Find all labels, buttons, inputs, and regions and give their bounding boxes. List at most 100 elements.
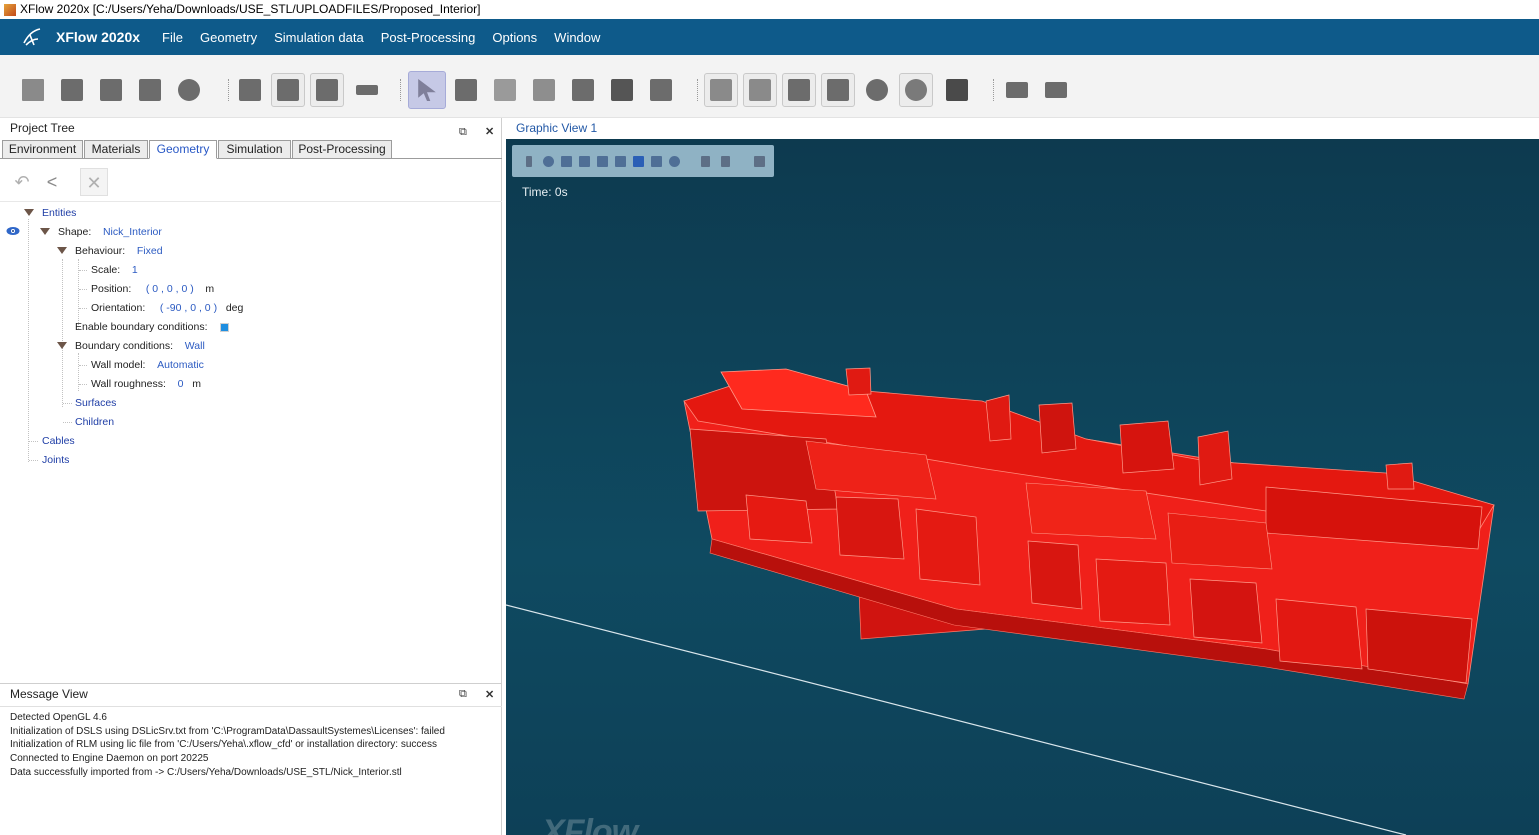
- box-shape-button[interactable]: [310, 73, 344, 107]
- float-pane-icon[interactable]: ⧉: [459, 688, 467, 701]
- message-view-title: Message View: [10, 687, 88, 701]
- shape-name-value[interactable]: Nick_Interior: [103, 226, 162, 238]
- behaviour-value[interactable]: Fixed: [137, 245, 163, 257]
- tree-node-shape[interactable]: Shape: Nick_Interior: [58, 223, 162, 241]
- boolean-union-button[interactable]: [704, 73, 738, 107]
- select-solid-icon: [611, 79, 633, 101]
- tab-post-processing[interactable]: Post-Processing: [292, 140, 392, 159]
- toolbar-separator: [228, 79, 230, 101]
- tree-guide: [29, 460, 38, 461]
- plot-icon: [1045, 82, 1067, 98]
- boolean-subtract-button[interactable]: [743, 73, 777, 107]
- tree-guide: [79, 384, 87, 385]
- select-edge-button[interactable]: [527, 73, 561, 107]
- save-as-button[interactable]: [133, 73, 167, 107]
- wall-roughness-unit: m: [192, 378, 201, 390]
- zoom-box-button[interactable]: [821, 73, 855, 107]
- expand-behaviour-icon[interactable]: [57, 247, 67, 254]
- tree-toolbar: ↶ < ✕: [0, 162, 502, 202]
- import-geometry-icon: [239, 79, 261, 101]
- open-button[interactable]: [55, 73, 89, 107]
- select-vertex-button[interactable]: [566, 73, 600, 107]
- scale-value[interactable]: 1: [132, 264, 138, 276]
- export-geometry-button[interactable]: [271, 73, 305, 107]
- select-face-button[interactable]: [488, 73, 522, 107]
- select-solid-button[interactable]: [605, 73, 639, 107]
- tab-geometry[interactable]: Geometry: [149, 140, 217, 159]
- boolean-union-icon: [710, 79, 732, 101]
- measure-button[interactable]: [782, 73, 816, 107]
- tree-node-behaviour[interactable]: Behaviour: Fixed: [75, 242, 163, 260]
- save-button[interactable]: [94, 73, 128, 107]
- new-xfp-button[interactable]: [16, 73, 50, 107]
- expand-entities-icon[interactable]: [24, 209, 34, 216]
- expand-boundary-conditions-icon[interactable]: [57, 342, 67, 349]
- tree-guide: [28, 219, 29, 462]
- tree-guide: [79, 289, 87, 290]
- tab-simulation[interactable]: Simulation: [218, 140, 291, 159]
- tree-node-entities[interactable]: Entities: [42, 204, 76, 222]
- snapshot-button[interactable]: [1000, 73, 1034, 107]
- plot-button[interactable]: [1039, 73, 1073, 107]
- import-geometry-button[interactable]: [233, 73, 267, 107]
- probe-active-icon: [905, 79, 927, 101]
- bc-value[interactable]: Wall: [185, 340, 205, 352]
- select-arrow-button[interactable]: [408, 71, 446, 109]
- delete-icon[interactable]: ✕: [80, 168, 108, 196]
- select-wire-button[interactable]: [644, 73, 678, 107]
- probe-active-button[interactable]: [899, 73, 933, 107]
- tree-node-surfaces[interactable]: Surfaces: [75, 394, 116, 412]
- graphic-view-tab[interactable]: Graphic View 1: [506, 118, 1539, 139]
- wall-model-value[interactable]: Automatic: [157, 359, 204, 371]
- zoom-box-icon: [827, 79, 849, 101]
- menu-bar: XFlow 2020x File Geometry Simulation dat…: [0, 19, 1539, 55]
- visibility-eye-icon[interactable]: [6, 226, 20, 236]
- tree-node-boundary-conditions[interactable]: Boundary conditions: Wall: [75, 337, 205, 355]
- snapshot-icon: [1006, 82, 1028, 98]
- tree-node-cables[interactable]: Cables: [42, 432, 75, 450]
- enable-bc-checkbox[interactable]: [220, 323, 229, 332]
- tab-environment[interactable]: Environment: [2, 140, 83, 159]
- tree-guide: [79, 308, 87, 309]
- animation-button[interactable]: [940, 73, 974, 107]
- tree-node-position: Position: ( 0 , 0 , 0 ) m: [91, 283, 215, 295]
- close-pane-icon[interactable]: ✕: [485, 688, 494, 701]
- probe-button[interactable]: [860, 73, 894, 107]
- probe-icon: [866, 79, 888, 101]
- menu-geometry[interactable]: Geometry: [200, 30, 257, 45]
- orientation-value[interactable]: ( -90 , 0 , 0 ): [160, 302, 217, 314]
- ruler-button[interactable]: [350, 73, 384, 107]
- new-xfp-icon: [22, 79, 44, 101]
- menu-window[interactable]: Window: [554, 30, 600, 45]
- tree-guide: [79, 270, 87, 271]
- project-tree-tabs: Environment Materials Geometry Simulatio…: [0, 139, 502, 159]
- interior-model[interactable]: [683, 367, 1495, 700]
- graphic-view-viewport[interactable]: Time: 0s XFlow: [506, 139, 1539, 835]
- tree-node-joints[interactable]: Joints: [42, 451, 69, 469]
- expand-shape-icon[interactable]: [40, 228, 50, 235]
- window-titlebar: XFlow 2020x [C:/Users/Yeha/Downloads/USE…: [0, 0, 1539, 19]
- wall-roughness-value[interactable]: 0: [178, 378, 184, 390]
- tree-guide: [63, 403, 72, 404]
- toolbar-separator: [400, 79, 402, 101]
- tree-guide: [78, 353, 79, 391]
- menu-simulation-data[interactable]: Simulation data: [274, 30, 364, 45]
- settings-button[interactable]: [172, 73, 206, 107]
- brand-label: XFlow 2020x: [56, 29, 141, 45]
- select-entity-button[interactable]: [449, 73, 483, 107]
- share-icon[interactable]: <: [38, 168, 66, 196]
- select-edge-icon: [533, 79, 555, 101]
- tree-node-orientation: Orientation: ( -90 , 0 , 0 ) deg: [91, 302, 244, 314]
- message-view-header: Message View ⧉ ✕: [0, 683, 502, 705]
- tab-materials[interactable]: Materials: [84, 140, 148, 159]
- undo-icon[interactable]: ↶: [8, 168, 36, 196]
- position-value[interactable]: ( 0 , 0 , 0 ): [146, 283, 194, 295]
- tree-node-scale: Scale: 1: [91, 264, 138, 276]
- menu-file[interactable]: File: [162, 30, 183, 45]
- tree-node-children[interactable]: Children: [75, 413, 114, 431]
- scene-canvas: [506, 367, 1495, 835]
- main-toolbar: [0, 55, 1539, 118]
- ruler-icon: [356, 85, 378, 95]
- menu-post-processing[interactable]: Post-Processing: [381, 30, 476, 45]
- menu-options[interactable]: Options: [492, 30, 537, 45]
